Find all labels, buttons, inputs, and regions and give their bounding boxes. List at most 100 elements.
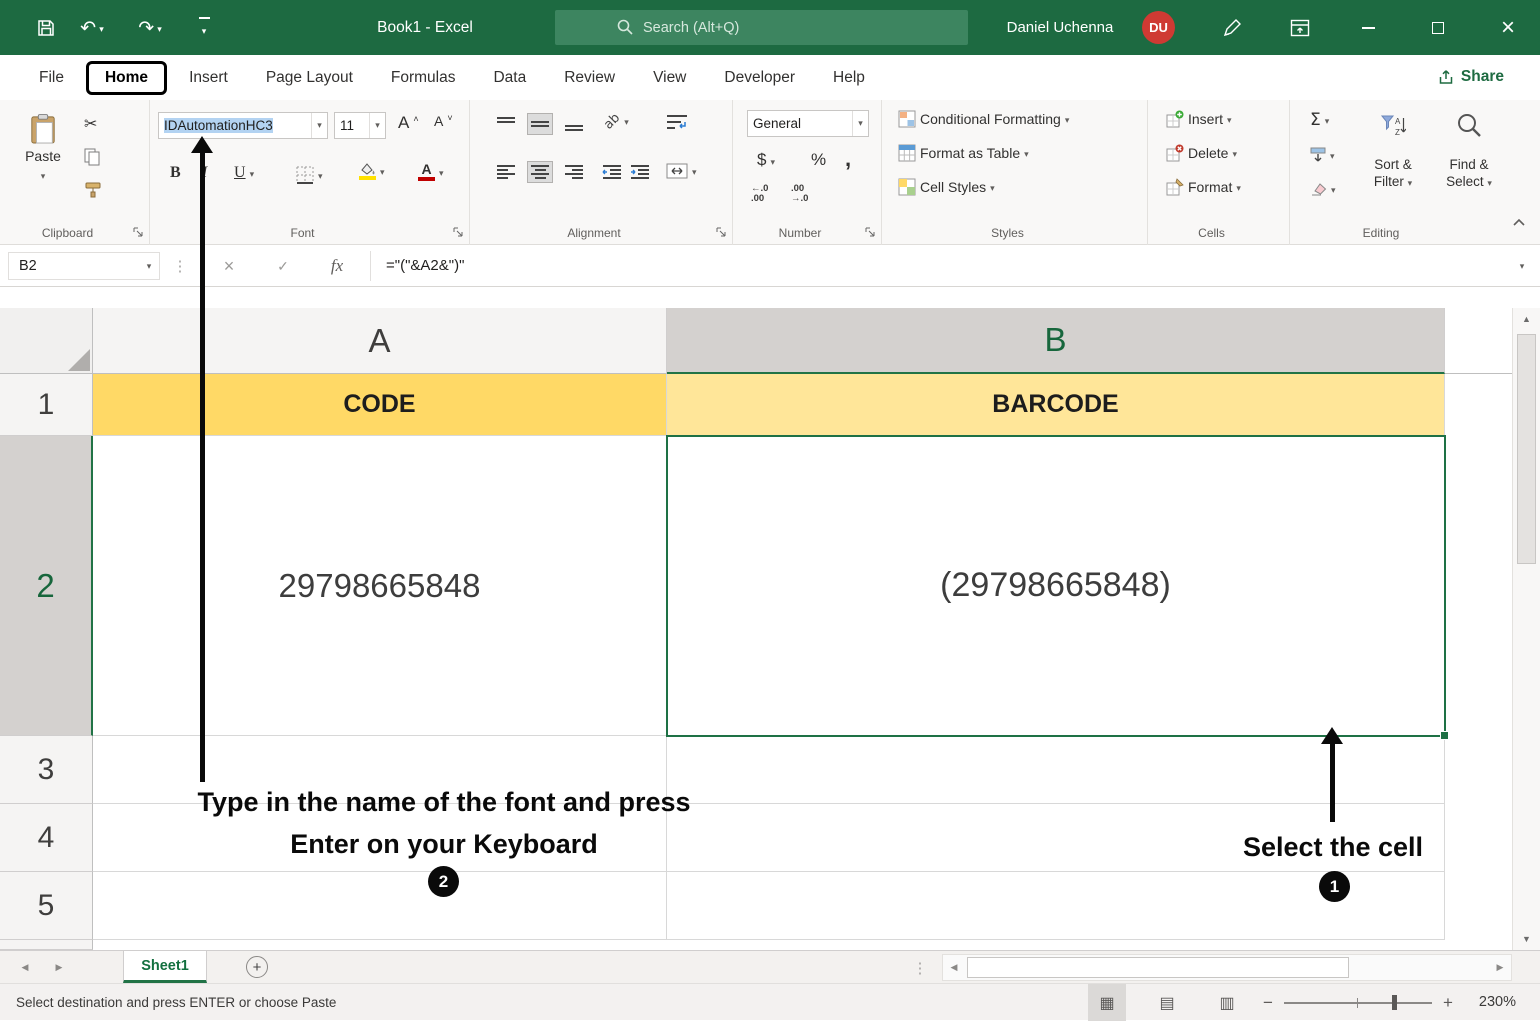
format-as-table-caret[interactable] bbox=[1024, 144, 1029, 162]
fill-handle[interactable] bbox=[1440, 731, 1449, 740]
undo-button[interactable]: ↶ bbox=[70, 0, 114, 55]
horizontal-scrollbar[interactable] bbox=[942, 954, 1512, 981]
cut-button[interactable]: ✂ bbox=[84, 114, 97, 133]
cell-b2[interactable]: (29798665848) bbox=[667, 436, 1445, 736]
select-all-corner[interactable] bbox=[0, 308, 93, 374]
underline-button[interactable]: U bbox=[234, 164, 254, 182]
insert-cells-button[interactable]: Insert bbox=[1166, 110, 1232, 128]
increase-indent-button[interactable] bbox=[630, 164, 650, 180]
delete-cells-caret[interactable] bbox=[1232, 144, 1237, 162]
tab-formulas[interactable]: Formulas bbox=[372, 60, 475, 96]
sheet-tab-sheet1[interactable]: Sheet1 bbox=[123, 951, 207, 983]
font-dialog-launcher[interactable] bbox=[452, 226, 464, 238]
collapse-ribbon-button[interactable] bbox=[1512, 218, 1526, 227]
zoom-out-button[interactable]: − bbox=[1256, 984, 1280, 1021]
undo-menu-caret[interactable] bbox=[99, 19, 104, 37]
tab-page-layout[interactable]: Page Layout bbox=[247, 60, 372, 96]
delete-cells-button[interactable]: Delete bbox=[1166, 144, 1237, 162]
wrap-text-button[interactable] bbox=[666, 114, 688, 130]
vertical-scrollbar-thumb[interactable] bbox=[1517, 334, 1536, 564]
autosum-button[interactable]: Σ bbox=[1310, 110, 1329, 130]
close-button[interactable] bbox=[1486, 0, 1530, 55]
avatar[interactable]: DU bbox=[1142, 11, 1175, 44]
search-box[interactable]: Search (Alt+Q) bbox=[555, 10, 968, 45]
tab-file[interactable]: File bbox=[20, 60, 83, 96]
clipboard-dialog-launcher[interactable] bbox=[132, 226, 144, 238]
column-header-b[interactable]: B bbox=[667, 308, 1445, 374]
expand-formula-bar-caret[interactable] bbox=[1510, 245, 1534, 287]
align-top-button[interactable] bbox=[496, 116, 516, 132]
insert-function-button[interactable]: fx bbox=[320, 245, 354, 287]
redo-menu-caret[interactable] bbox=[157, 19, 162, 37]
paste-button[interactable]: Paste bbox=[14, 112, 72, 184]
font-color-button[interactable]: A bbox=[418, 162, 444, 181]
alignment-dialog-launcher[interactable] bbox=[715, 226, 727, 238]
decrease-indent-button[interactable] bbox=[602, 164, 622, 180]
scroll-right-button[interactable] bbox=[1489, 955, 1511, 980]
merge-center-caret[interactable] bbox=[692, 162, 697, 180]
align-left-button[interactable] bbox=[496, 164, 516, 180]
number-format-combo[interactable]: General bbox=[747, 110, 869, 137]
scroll-down-button[interactable] bbox=[1513, 928, 1540, 950]
scroll-left-button[interactable] bbox=[943, 955, 965, 980]
number-format-caret[interactable] bbox=[852, 111, 868, 136]
cell-styles-caret[interactable] bbox=[990, 178, 995, 196]
vertical-scrollbar[interactable] bbox=[1512, 308, 1540, 950]
font-name-caret[interactable] bbox=[311, 113, 327, 138]
scroll-up-button[interactable] bbox=[1513, 308, 1540, 330]
row-header-3[interactable]: 3 bbox=[0, 736, 93, 804]
name-box-resizer[interactable] bbox=[172, 245, 188, 287]
minimize-button[interactable] bbox=[1346, 0, 1390, 55]
new-sheet-button[interactable] bbox=[246, 956, 268, 978]
conditional-formatting-caret[interactable] bbox=[1065, 110, 1070, 128]
normal-view-button[interactable] bbox=[1088, 984, 1126, 1021]
sort-filter-button[interactable]: Sort & Filter bbox=[1362, 156, 1424, 192]
page-layout-view-button[interactable] bbox=[1148, 984, 1186, 1021]
clear-caret[interactable] bbox=[1331, 180, 1336, 198]
cell-a2[interactable]: 29798665848 bbox=[93, 436, 667, 736]
tab-scroll-grip[interactable] bbox=[905, 951, 935, 984]
cell-b3[interactable] bbox=[667, 736, 1445, 804]
zoom-slider-thumb[interactable] bbox=[1392, 995, 1397, 1010]
zoom-slider-track[interactable] bbox=[1284, 1002, 1432, 1004]
accounting-format-button[interactable]: $ bbox=[757, 150, 775, 170]
orientation-button[interactable]: ab bbox=[604, 112, 629, 130]
column-header-a[interactable]: A bbox=[93, 308, 667, 374]
align-center-button[interactable] bbox=[528, 162, 552, 182]
row-header-4[interactable]: 4 bbox=[0, 804, 93, 872]
format-painter-button[interactable] bbox=[84, 182, 102, 198]
clear-button[interactable] bbox=[1310, 180, 1336, 198]
font-name-combo[interactable]: IDAutomationHC3 bbox=[158, 112, 328, 139]
next-sheet-button[interactable] bbox=[44, 951, 74, 984]
underline-caret[interactable] bbox=[250, 164, 255, 182]
ribbon-display-options-button[interactable] bbox=[1278, 0, 1322, 55]
font-size-combo[interactable]: 11 bbox=[334, 112, 386, 139]
orientation-caret[interactable] bbox=[624, 112, 629, 130]
name-box-caret[interactable] bbox=[139, 261, 159, 272]
shrink-font-button[interactable]: A˅ bbox=[434, 113, 453, 129]
cancel-entry-button[interactable] bbox=[214, 245, 244, 287]
tab-insert[interactable]: Insert bbox=[170, 60, 247, 96]
maximize-button[interactable] bbox=[1416, 0, 1460, 55]
decrease-decimal-button[interactable]: .00→.0 bbox=[791, 184, 808, 204]
font-color-caret[interactable] bbox=[439, 163, 444, 181]
cell-a1[interactable]: CODE bbox=[93, 374, 667, 436]
horizontal-scrollbar-thumb[interactable] bbox=[967, 957, 1349, 978]
paste-menu-caret[interactable] bbox=[41, 166, 46, 184]
cell-styles-button[interactable]: Cell Styles bbox=[898, 178, 995, 196]
name-box[interactable]: B2 bbox=[8, 252, 160, 280]
align-right-button[interactable] bbox=[564, 164, 584, 180]
increase-decimal-button[interactable]: ←.0.00 bbox=[751, 184, 768, 204]
borders-caret[interactable] bbox=[318, 166, 323, 184]
insert-cells-caret[interactable] bbox=[1227, 110, 1232, 128]
page-break-view-button[interactable] bbox=[1208, 984, 1246, 1021]
conditional-formatting-button[interactable]: Conditional Formatting bbox=[898, 110, 1069, 128]
find-select-button[interactable]: Find & Select bbox=[1436, 156, 1502, 192]
autosum-caret[interactable] bbox=[1325, 111, 1330, 129]
comma-style-button[interactable]: , bbox=[845, 146, 851, 172]
tab-developer[interactable]: Developer bbox=[705, 60, 814, 96]
ink-button[interactable] bbox=[1210, 0, 1254, 55]
tab-home[interactable]: Home bbox=[86, 61, 167, 95]
row-header-2[interactable]: 2 bbox=[0, 436, 93, 736]
save-button[interactable] bbox=[24, 0, 68, 55]
